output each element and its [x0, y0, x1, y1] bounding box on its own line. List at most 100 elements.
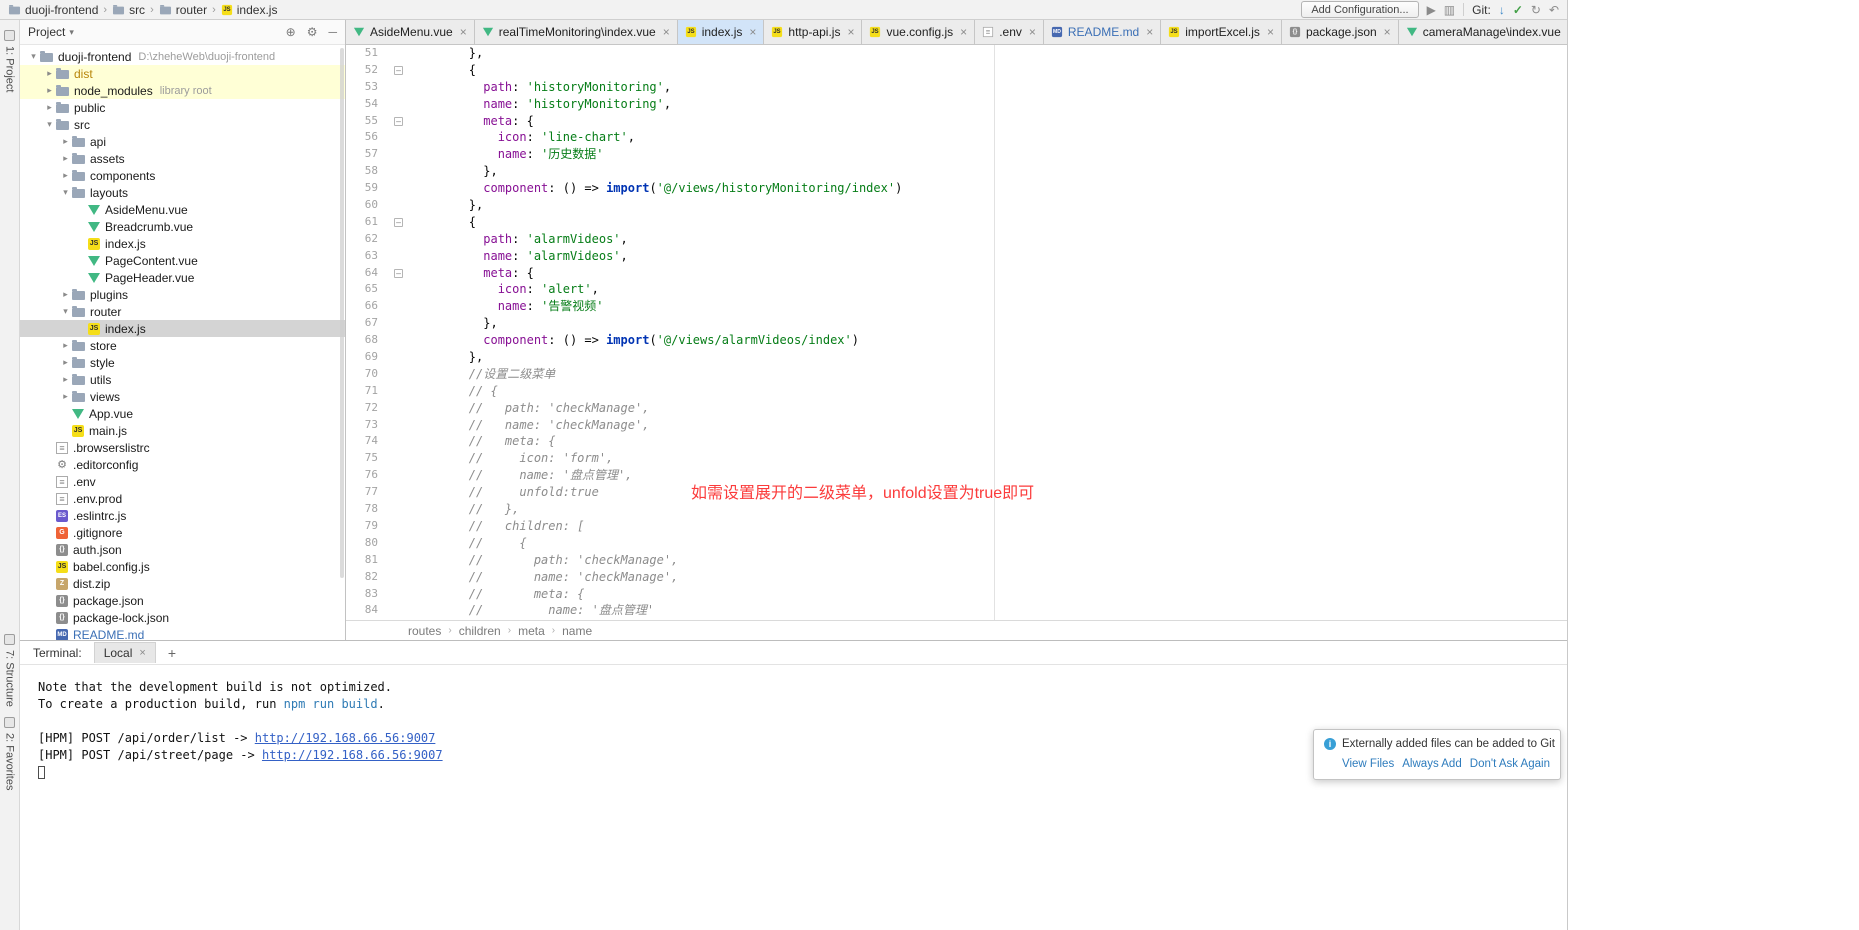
code-breadcrumb-name[interactable]: name	[562, 624, 592, 638]
expand-arrow-icon[interactable]: ▸	[43, 68, 56, 79]
tree-item-PageContent.vue[interactable]: PageContent.vue	[20, 252, 345, 269]
code-line-68[interactable]: 68 component: () => import('@/views/alar…	[346, 332, 1567, 349]
code-line-79[interactable]: 79 // children: [	[346, 518, 1567, 535]
code-line-84[interactable]: 84 // name: '盘点管理'	[346, 602, 1567, 619]
hide-panel-icon[interactable]: ─	[328, 25, 337, 39]
code-line-80[interactable]: 80 // {	[346, 535, 1567, 552]
gear-icon[interactable]: ⚙	[307, 25, 318, 39]
expand-arrow-icon[interactable]: ▾	[43, 119, 56, 130]
close-icon[interactable]: ×	[1267, 25, 1274, 39]
code-line-73[interactable]: 73 // name: 'checkManage',	[346, 417, 1567, 434]
code-line-69[interactable]: 69 },	[346, 349, 1567, 366]
tree-item-layouts[interactable]: ▾layouts	[20, 184, 345, 201]
tree-item-public[interactable]: ▸public	[20, 99, 345, 116]
tool-window-project-button[interactable]: 1: Project	[4, 30, 16, 92]
code-line-75[interactable]: 75 // icon: 'form',	[346, 450, 1567, 467]
code-line-83[interactable]: 83 // meta: {	[346, 586, 1567, 603]
tree-item-Breadcrumb.vue[interactable]: Breadcrumb.vue	[20, 218, 345, 235]
expand-arrow-icon[interactable]: ▾	[59, 306, 72, 317]
code-line-55[interactable]: 55– meta: {	[346, 113, 1567, 130]
close-icon[interactable]: ×	[749, 25, 756, 39]
project-panel-title[interactable]: Project	[28, 25, 65, 39]
code-line-81[interactable]: 81 // path: 'checkManage',	[346, 552, 1567, 569]
tree-item-.eslintrc.js[interactable]: ES.eslintrc.js	[20, 507, 345, 524]
code-line-52[interactable]: 52– {	[346, 62, 1567, 79]
tree-item-plugins[interactable]: ▸plugins	[20, 286, 345, 303]
breadcrumb-item-router[interactable]: router	[159, 3, 207, 17]
code-line-62[interactable]: 62 path: 'alarmVideos',	[346, 231, 1567, 248]
code-line-78[interactable]: 78 // },	[346, 501, 1567, 518]
close-icon[interactable]: ×	[139, 647, 145, 659]
tree-item-.env.prod[interactable]: ≡.env.prod	[20, 490, 345, 507]
chevron-down-icon[interactable]: ▾	[69, 27, 74, 38]
tree-item-.editorconfig[interactable]: ⚙.editorconfig	[20, 456, 345, 473]
fold-marker-icon[interactable]: –	[394, 218, 403, 227]
terminal-output[interactable]: Note that the development build is not o…	[20, 665, 1567, 930]
breadcrumb-item-duoji-frontend[interactable]: duoji-frontend	[8, 3, 98, 17]
tree-item-.env[interactable]: ≡.env	[20, 473, 345, 490]
expand-arrow-icon[interactable]: ▸	[59, 357, 72, 368]
code-line-70[interactable]: 70 //设置二级菜单	[346, 366, 1567, 383]
debug-icon[interactable]: ▥	[1444, 4, 1455, 16]
add-configuration-button[interactable]: Add Configuration...	[1301, 1, 1418, 18]
breadcrumb-item-src[interactable]: src	[112, 3, 145, 17]
code-breadcrumb-children[interactable]: children	[459, 624, 501, 638]
expand-arrow-icon[interactable]: ▸	[59, 374, 72, 385]
tree-item-api[interactable]: ▸api	[20, 133, 345, 150]
tree-item-App.vue[interactable]: App.vue	[20, 405, 345, 422]
code-breadcrumb-meta[interactable]: meta	[518, 624, 545, 638]
project-tree-scrollbar[interactable]	[340, 48, 344, 578]
code-line-65[interactable]: 65 icon: 'alert',	[346, 281, 1567, 298]
code-line-53[interactable]: 53 path: 'historyMonitoring',	[346, 79, 1567, 96]
code-line-67[interactable]: 67 },	[346, 315, 1567, 332]
tree-item-views[interactable]: ▸views	[20, 388, 345, 405]
tree-item-components[interactable]: ▸components	[20, 167, 345, 184]
tree-item-.browserslistrc[interactable]: ≡.browserslistrc	[20, 439, 345, 456]
tool-window-favorites-button[interactable]: 2: Favorites	[4, 717, 16, 790]
code-line-60[interactable]: 60 },	[346, 197, 1567, 214]
expand-arrow-icon[interactable]: ▸	[59, 136, 72, 147]
tree-item-index.js[interactable]: JSindex.js	[20, 235, 345, 252]
editor-tab-importExcel.js[interactable]: JSimportExcel.js×	[1161, 20, 1282, 44]
expand-arrow-icon[interactable]: ▾	[27, 51, 40, 62]
git-commit-icon[interactable]: ✓	[1513, 4, 1523, 16]
editor-tab-package.json[interactable]: {}package.json×	[1282, 20, 1399, 44]
close-icon[interactable]: ×	[847, 25, 854, 39]
notification-action-don-t-ask-again[interactable]: Don't Ask Again	[1470, 758, 1550, 770]
tool-window-structure-button[interactable]: 7: Structure	[4, 634, 16, 707]
code-line-59[interactable]: 59 component: () => import('@/views/hist…	[346, 180, 1567, 197]
close-icon[interactable]: ×	[460, 25, 467, 39]
editor-tab-index.js[interactable]: JSindex.js×	[678, 20, 765, 44]
git-update-icon[interactable]: ↓	[1499, 4, 1505, 16]
code-breadcrumb-routes[interactable]: routes	[408, 624, 441, 638]
tree-item-router[interactable]: ▾router	[20, 303, 345, 320]
tree-item-src[interactable]: ▾src	[20, 116, 345, 133]
run-icon[interactable]: ▶	[1427, 4, 1436, 16]
tree-item-style[interactable]: ▸style	[20, 354, 345, 371]
code-line-54[interactable]: 54 name: 'historyMonitoring',	[346, 96, 1567, 113]
history-icon[interactable]: ↻	[1531, 4, 1541, 16]
notification-action-view-files[interactable]: View Files	[1342, 758, 1394, 770]
code-line-72[interactable]: 72 // path: 'checkManage',	[346, 400, 1567, 417]
expand-arrow-icon[interactable]: ▸	[43, 102, 56, 113]
close-icon[interactable]: ×	[1384, 25, 1391, 39]
breadcrumb-item-index.js[interactable]: JSindex.js	[221, 3, 278, 17]
tree-item-assets[interactable]: ▸assets	[20, 150, 345, 167]
tree-item-duoji-frontend[interactable]: ▾duoji-frontendD:\zheheWeb\duoji-fronten…	[20, 48, 345, 65]
expand-arrow-icon[interactable]: ▸	[59, 340, 72, 351]
editor-tab-README.md[interactable]: MDREADME.md×	[1044, 20, 1161, 44]
close-icon[interactable]: ×	[1029, 25, 1036, 39]
tree-item-README.md[interactable]: MDREADME.md	[20, 626, 345, 640]
code-line-61[interactable]: 61– {	[346, 214, 1567, 231]
tree-item-PageHeader.vue[interactable]: PageHeader.vue	[20, 269, 345, 286]
editor-tab-.env[interactable]: ≡.env×	[975, 20, 1044, 44]
terminal-link[interactable]: http://192.168.66.56:9007	[262, 748, 443, 762]
fold-marker-icon[interactable]: –	[394, 269, 403, 278]
editor-tab-realTimeMonitoring\index.vue[interactable]: realTimeMonitoring\index.vue×	[475, 20, 678, 44]
tree-item-auth.json[interactable]: {}auth.json	[20, 541, 345, 558]
expand-arrow-icon[interactable]: ▸	[59, 170, 72, 181]
editor-tab-http-api.js[interactable]: JShttp-api.js×	[764, 20, 862, 44]
expand-arrow-icon[interactable]: ▸	[59, 391, 72, 402]
terminal-link[interactable]: http://192.168.66.56:9007	[255, 731, 436, 745]
code-line-82[interactable]: 82 // name: 'checkManage',	[346, 569, 1567, 586]
